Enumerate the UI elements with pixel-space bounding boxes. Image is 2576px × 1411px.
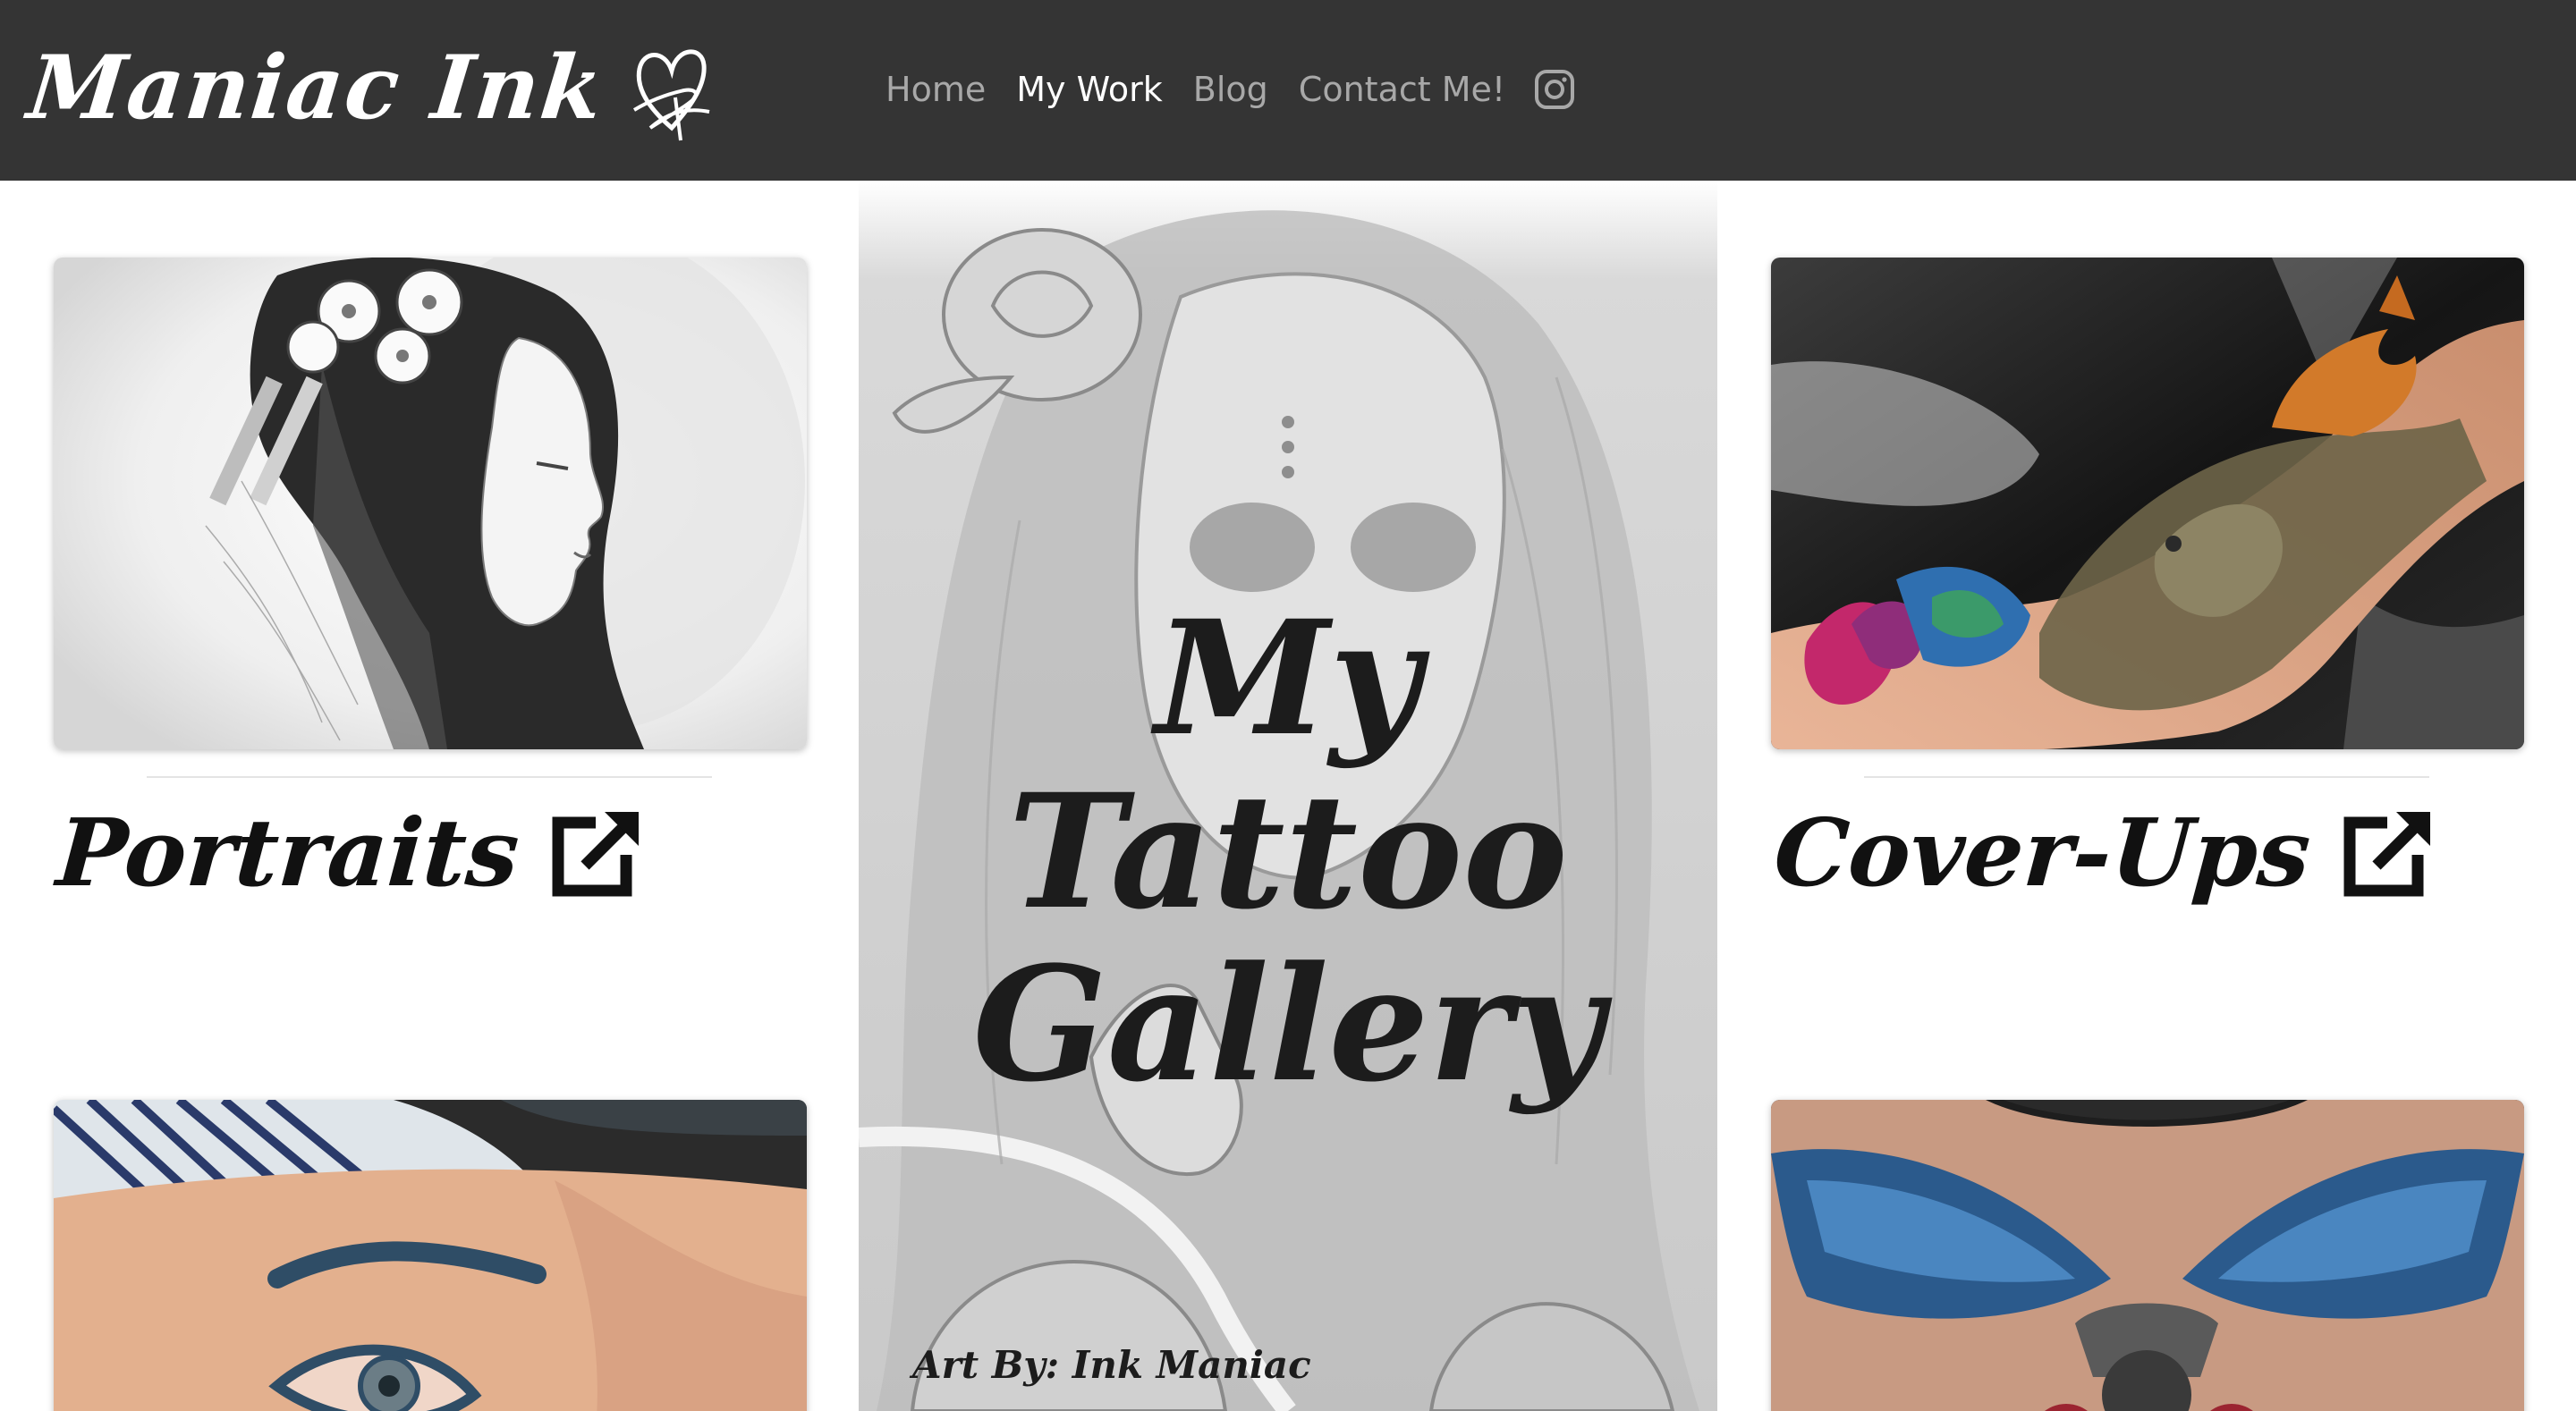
hero-title-line1: My Tattoo <box>1008 586 1568 944</box>
external-link-icon <box>552 812 639 897</box>
hero-panel: My Tattoo Gallery Art By: Ink Maniac <box>859 181 1717 1411</box>
hero-title-line2: Gallery <box>972 932 1604 1118</box>
instagram-icon <box>1535 70 1575 109</box>
instagram-link[interactable] <box>1535 69 1575 110</box>
eye-tattoo-card-image[interactable] <box>54 1100 807 1411</box>
wings-tattoo-card-image[interactable] <box>1771 1100 2524 1411</box>
nav-contact[interactable]: Contact Me! <box>1299 70 1505 109</box>
portraits-card-image[interactable] <box>54 258 807 749</box>
eye-tattoo-image <box>54 1100 807 1411</box>
cover-ups-heading: Cover-Ups <box>1770 798 2315 908</box>
nav-my-work[interactable]: My Work <box>1016 70 1163 109</box>
brand-name: Maniac Ink <box>23 37 609 139</box>
hero-title: My Tattoo Gallery <box>859 592 1717 1111</box>
main-nav: Home My Work Blog Contact Me! <box>886 57 1575 122</box>
cover-ups-divider <box>1864 776 2429 778</box>
nav-home[interactable]: Home <box>886 70 986 109</box>
geisha-portrait-image <box>54 258 807 749</box>
heart-signature-icon <box>632 49 710 141</box>
portraits-heading: Portraits <box>53 798 523 908</box>
navbar: Maniac Ink Home My Work Blog Contact Me! <box>0 0 2576 181</box>
cover-ups-gallery-link[interactable]: Cover-Ups <box>1771 798 2437 908</box>
external-link-icon <box>2343 812 2430 897</box>
hero-credit: Art By: Ink Maniac <box>912 1343 1311 1387</box>
nav-blog[interactable]: Blog <box>1193 70 1268 109</box>
lion-foot-tattoo-image <box>1771 258 2524 749</box>
portraits-gallery-link[interactable]: Portraits <box>53 798 646 908</box>
portraits-divider <box>147 776 712 778</box>
cover-ups-card-image[interactable] <box>1771 258 2524 749</box>
brand-logo-link[interactable]: Maniac Ink <box>23 30 715 147</box>
winged-chest-tattoo-image <box>1771 1100 2524 1411</box>
